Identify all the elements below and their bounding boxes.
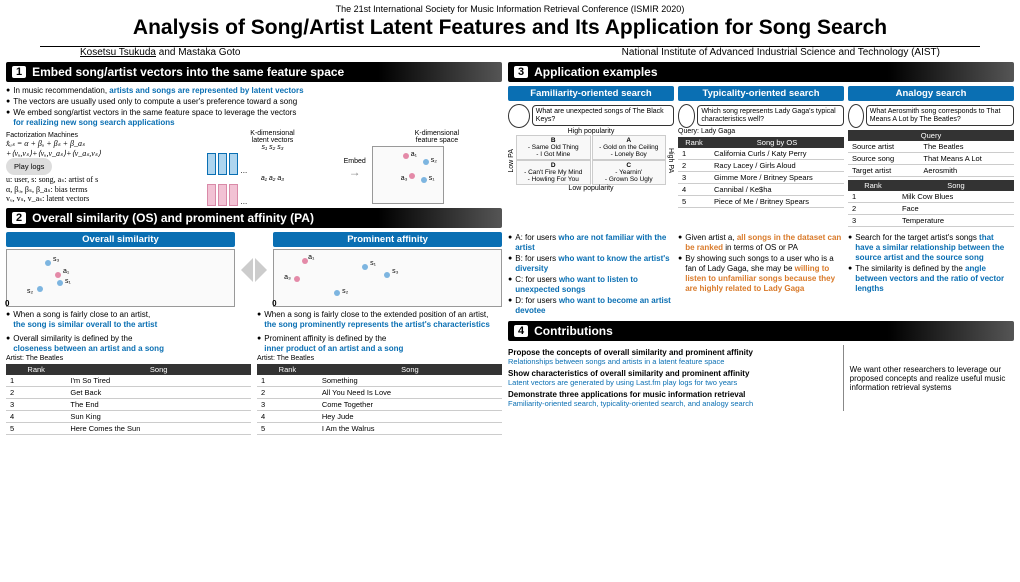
authors-row: Kosetsu Tsukuda and Mastaka Goto Nationa… <box>40 46 980 58</box>
contributions-side-note: We want other researchers to leverage ou… <box>843 345 1014 411</box>
play-logs-icon: Play logs <box>6 158 52 175</box>
section-2-header: 2Overall similarity (OS) and prominent a… <box>6 208 502 228</box>
section-title: Embed song/artist vectors into the same … <box>32 65 344 79</box>
avatar-icon <box>848 104 864 128</box>
pa-table: RankSong 1Something2All You Need Is Love… <box>257 364 502 435</box>
section-4-header: 4Contributions <box>508 321 1014 341</box>
latent-bars-a: ... <box>207 182 337 206</box>
os-scatter: 0 s₃ a₁ s₁ s₂ <box>6 249 235 307</box>
speech-bubble: What Aerosmith song corresponds to That … <box>866 105 1014 126</box>
analogy-result-table: RankSong 1Milk Cow Blues2Face3Temperatur… <box>848 180 1014 227</box>
title: Analysis of Song/Artist Latent Features … <box>0 16 1020 40</box>
avatar-icon <box>678 104 695 128</box>
section-3-header: 3Application examples <box>508 62 1014 82</box>
analogy-query-table: Query Source artistThe BeatlesSource son… <box>848 130 1014 177</box>
affiliation: National Institute of Advanced Industria… <box>622 47 940 58</box>
speech-bubble: Which song represents Lady Gaga's typica… <box>697 105 844 126</box>
pa-badge: Prominent affinity <box>273 232 502 247</box>
header: The 21st International Society for Music… <box>0 0 1020 44</box>
fm-equation: x̂ᵤₛ = α + βᵤ + βₛ + β_aₛ+⟨vᵤ,vₛ⟩+⟨vᵤ,v_… <box>6 139 201 158</box>
triangle-right-icon <box>255 258 267 282</box>
author-second: and Mastaka Goto <box>156 47 241 58</box>
section-1-header: 1 Embed song/artist vectors into the same… <box>6 62 502 82</box>
os-table: RankSong 1I'm So Tired2Get Back3The End4… <box>6 364 251 435</box>
feature-space-scatter: a₁ s₂ a₃ s₁ <box>372 146 444 204</box>
embed-arrow-icon: → <box>349 165 361 179</box>
latent-bars-s: ... <box>207 151 337 175</box>
conference: The 21st International Society for Music… <box>0 4 1020 14</box>
speech-bubble: What are unexpected songs of The Black K… <box>532 105 674 126</box>
pa-scatter: 0 a₁ s₁ s₃ a₃ s₂ <box>273 249 502 307</box>
triangle-left-icon <box>241 258 253 282</box>
typicality-table: RankSong by OS 1California Curls / Katy … <box>678 137 844 208</box>
os-badge: Overall similarity <box>6 232 235 247</box>
section-num: 1 <box>12 66 26 78</box>
avatar-icon <box>508 104 530 128</box>
author-underlined: Kosetsu Tsukuda <box>80 47 156 58</box>
